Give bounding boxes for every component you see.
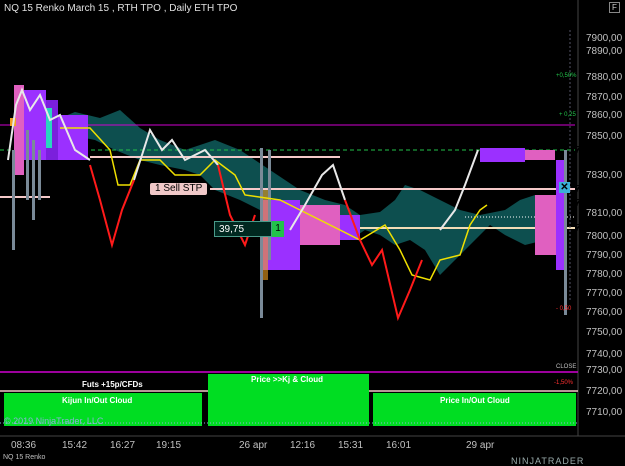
side-mark-close: CLOSE [556, 364, 577, 370]
renko-bearish-1 [89, 164, 135, 249]
ninjatrader-logo: NINJATRADER [511, 456, 585, 466]
price-tick: 7870,00 [586, 92, 623, 103]
volume-profile-left [10, 85, 88, 175]
price-tick: 7730,00 [586, 365, 623, 376]
time-tick: 19:15 [156, 440, 182, 451]
price-tick: 7860,00 [586, 110, 623, 121]
maximize-icon[interactable]: F [609, 2, 620, 13]
chart-title: NQ 15 Renko March 15 , RTH TPO , Daily E… [4, 3, 238, 14]
position-quantity[interactable]: 1 [272, 221, 284, 237]
time-tick: 12:16 [290, 440, 316, 451]
side-mark-plus-quarter: + 0,25 [559, 112, 576, 118]
time-tick: 15:31 [338, 440, 364, 451]
price-tick: 7830,00 [586, 170, 623, 181]
kijun-cloud-label: Kijun In/Out Cloud [62, 396, 133, 405]
entry-price-label: 7803,75 [574, 223, 612, 234]
sell-stop-price-label: 7823,75 [574, 184, 612, 195]
time-tick: 29 apr [466, 440, 495, 451]
price-tick: 7850,00 [586, 131, 623, 142]
time-tick: 26 apr [239, 440, 268, 451]
price-tick: 7710,00 [586, 407, 623, 418]
mid-price-label: 7816,38 [574, 198, 612, 209]
side-mark-minus-half: - 0,50 [556, 306, 572, 312]
futs-label: Futs +15p/CFDs [82, 380, 143, 389]
side-mark-plus-half: +0,50% [556, 73, 577, 79]
price-tick: 7740,00 [586, 349, 623, 360]
price-tick: 7760,00 [586, 307, 623, 318]
price-tick: 7780,00 [586, 269, 623, 280]
instrument-label: NQ 15 Renko [3, 454, 46, 461]
position-pnl-box[interactable]: 39,75 [214, 221, 272, 237]
price-tick: 7750,00 [586, 327, 623, 338]
sell-stop-order-label[interactable]: 1 Sell STP [150, 183, 208, 195]
time-tick: 08:36 [11, 440, 37, 451]
price-in-out-cloud-label: Price In/Out Cloud [440, 396, 510, 405]
price-tick: 7880,00 [586, 72, 623, 83]
copyright-text: © 2019 NinjaTrader, LLC [4, 416, 104, 426]
last-price-label: 7843,50 [574, 145, 612, 156]
price-kj-cloud-label: Price >>Kj & Cloud [251, 375, 324, 384]
side-mark-minus-1-5: -1,50% [554, 380, 574, 386]
time-tick: 16:27 [110, 440, 136, 451]
price-tick: 7900,00 [586, 33, 623, 44]
price-tick: 7770,00 [586, 288, 623, 299]
time-tick: 15:42 [62, 440, 88, 451]
price-tick: 7890,00 [586, 46, 623, 57]
price-tick: 7720,00 [586, 386, 623, 397]
cancel-order-icon[interactable]: ✕ [559, 182, 570, 193]
price-tick: 7790,00 [586, 250, 623, 261]
time-tick: 16:01 [386, 440, 412, 451]
